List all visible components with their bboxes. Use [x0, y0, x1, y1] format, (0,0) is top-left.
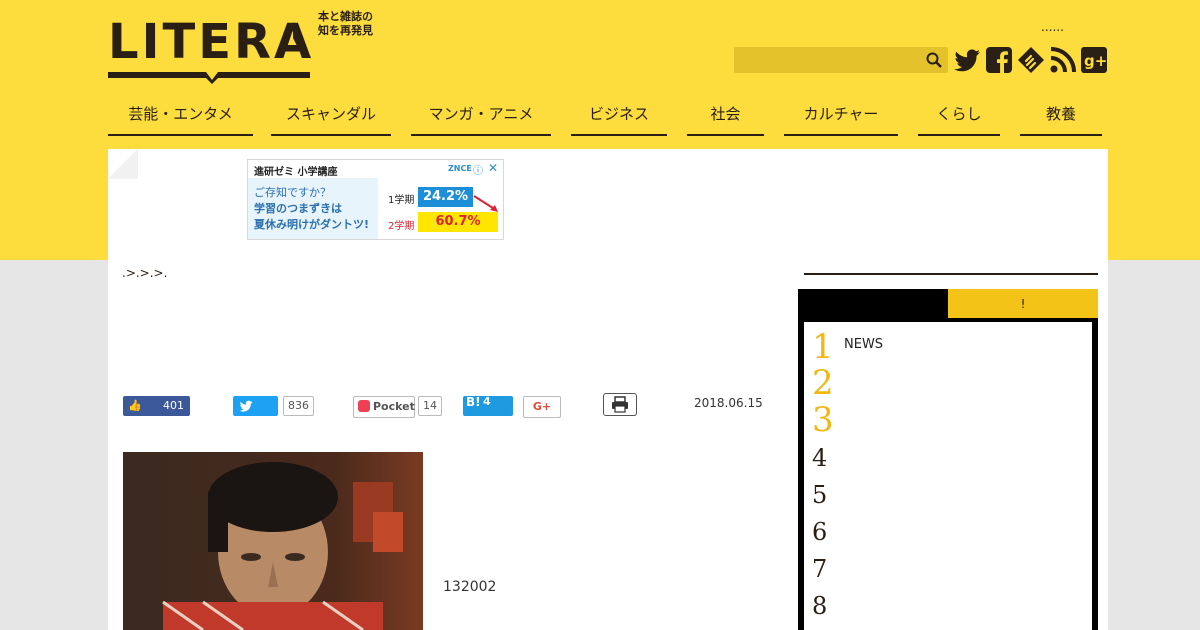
nav-label: 芸能・エンタメ — [128, 105, 233, 123]
nav-label: ビジネス — [588, 105, 649, 123]
twitter-icon — [239, 400, 253, 412]
nav-entertainment[interactable]: 芸能・エンタメ — [108, 100, 253, 136]
rss-icon[interactable] — [1049, 46, 1077, 74]
thumbs-up-icon: 👍 — [128, 399, 142, 412]
nav-label: 教養 — [1045, 105, 1076, 123]
ad-banner[interactable]: 進研ゼミ 小学講座 ZNCE ⓘ ✕ ご存知ですか？ 学習のつまずきは 夏休み明… — [247, 159, 504, 240]
google-plus-icon[interactable]: g+ — [1080, 46, 1108, 74]
ad-arrow-icon — [473, 195, 498, 212]
tagline-line2: 知を再発見 — [318, 24, 373, 37]
breadcrumb[interactable]: .>.>.>. — [122, 266, 167, 280]
nav-education[interactable]: 教養 — [1020, 100, 1102, 136]
facebook-icon[interactable] — [985, 46, 1013, 74]
tab-label: ! — [1020, 297, 1026, 311]
ad-title: 進研ゼミ 小学講座 — [254, 167, 338, 178]
pocket-button[interactable]: Pocket — [353, 396, 415, 418]
nav-label: スキャンダル — [285, 105, 376, 123]
feedly-icon[interactable] — [1017, 46, 1045, 74]
ranking-item-label[interactable]: NEWS — [844, 337, 883, 352]
nav-label: 社会 — [710, 105, 741, 123]
hatena-label: B! — [466, 395, 481, 409]
gplus-label: G+ — [532, 400, 552, 413]
twitter-icon[interactable] — [953, 46, 981, 74]
hatena-bookmark-button[interactable]: B! 4 — [463, 395, 513, 416]
ad-term2: 2学期 — [388, 221, 415, 232]
ad-line2: 学習のつまずきは — [254, 202, 342, 215]
search-box[interactable] — [734, 47, 948, 75]
sidebar-tab-1[interactable] — [798, 289, 948, 319]
nav-label: マンガ・アニメ — [428, 105, 534, 123]
pocket-count: 14 — [418, 396, 442, 416]
rank-number: 8 — [812, 592, 828, 620]
tagline-line1: 本と雑誌の — [318, 10, 373, 23]
sidebar-rule — [804, 273, 1098, 275]
search-icon[interactable] — [926, 52, 942, 68]
article-date: 2018.06.15 — [694, 396, 763, 410]
facebook-like-button[interactable]: 👍 401 — [123, 396, 190, 416]
photo-caption: 132002 — [443, 579, 497, 595]
pocket-icon — [358, 400, 370, 412]
tagline: 本と雑誌の 知を再発見 — [318, 10, 388, 38]
ad-message-area: ご存知ですか？ 学習のつまずきは 夏休み明けがダントツ! — [248, 178, 378, 239]
nav-culture[interactable]: カルチャー — [784, 100, 898, 136]
rank-number: 7 — [812, 555, 828, 583]
ad-close-icon[interactable]: ✕ — [488, 161, 498, 175]
nav-label: くらし — [936, 105, 982, 123]
ad-term1: 1学期 — [388, 195, 415, 206]
nav-society[interactable]: 社会 — [687, 100, 764, 136]
sidebar-tab-2[interactable]: ! — [948, 289, 1098, 319]
search-input[interactable] — [734, 47, 918, 75]
print-button[interactable] — [603, 393, 637, 416]
article-photo[interactable] — [123, 452, 423, 630]
nav-business[interactable]: ビジネス — [571, 100, 667, 136]
nav-manga-anime[interactable]: マンガ・アニメ — [411, 100, 551, 136]
rank-number: 5 — [812, 481, 828, 509]
svg-text:g+: g+ — [1084, 52, 1107, 70]
ad-brand: ZNCE — [448, 164, 472, 173]
ad-value1: 24.2% — [418, 187, 473, 207]
rank-number: 4 — [812, 444, 828, 472]
ad-line3: 夏休み明けがダントツ! — [254, 218, 370, 231]
rank-number: 2 — [812, 363, 834, 403]
rank-number: 3 — [812, 400, 834, 440]
tweet-button[interactable] — [233, 396, 278, 416]
ad-info-icon[interactable]: ⓘ — [473, 162, 483, 177]
like-count: 401 — [163, 399, 184, 412]
pocket-label: Pocket — [373, 400, 415, 413]
header-dots[interactable]: ...... — [1041, 20, 1064, 34]
hatena-count: 4 — [483, 395, 491, 408]
ranking-list — [804, 322, 1092, 630]
google-plus-share-button[interactable]: G+ — [523, 396, 561, 418]
page-fold — [108, 149, 138, 179]
printer-icon — [612, 396, 628, 413]
rank-number: 1 — [812, 327, 834, 367]
nav-label: カルチャー — [803, 105, 879, 123]
tweet-count: 836 — [283, 396, 314, 416]
rank-number: 6 — [812, 518, 828, 546]
nav-living[interactable]: くらし — [918, 100, 1000, 136]
ad-line1: ご存知ですか？ — [254, 186, 331, 199]
nav-scandal[interactable]: スキャンダル — [271, 100, 391, 136]
logo-book-icon — [108, 22, 311, 84]
